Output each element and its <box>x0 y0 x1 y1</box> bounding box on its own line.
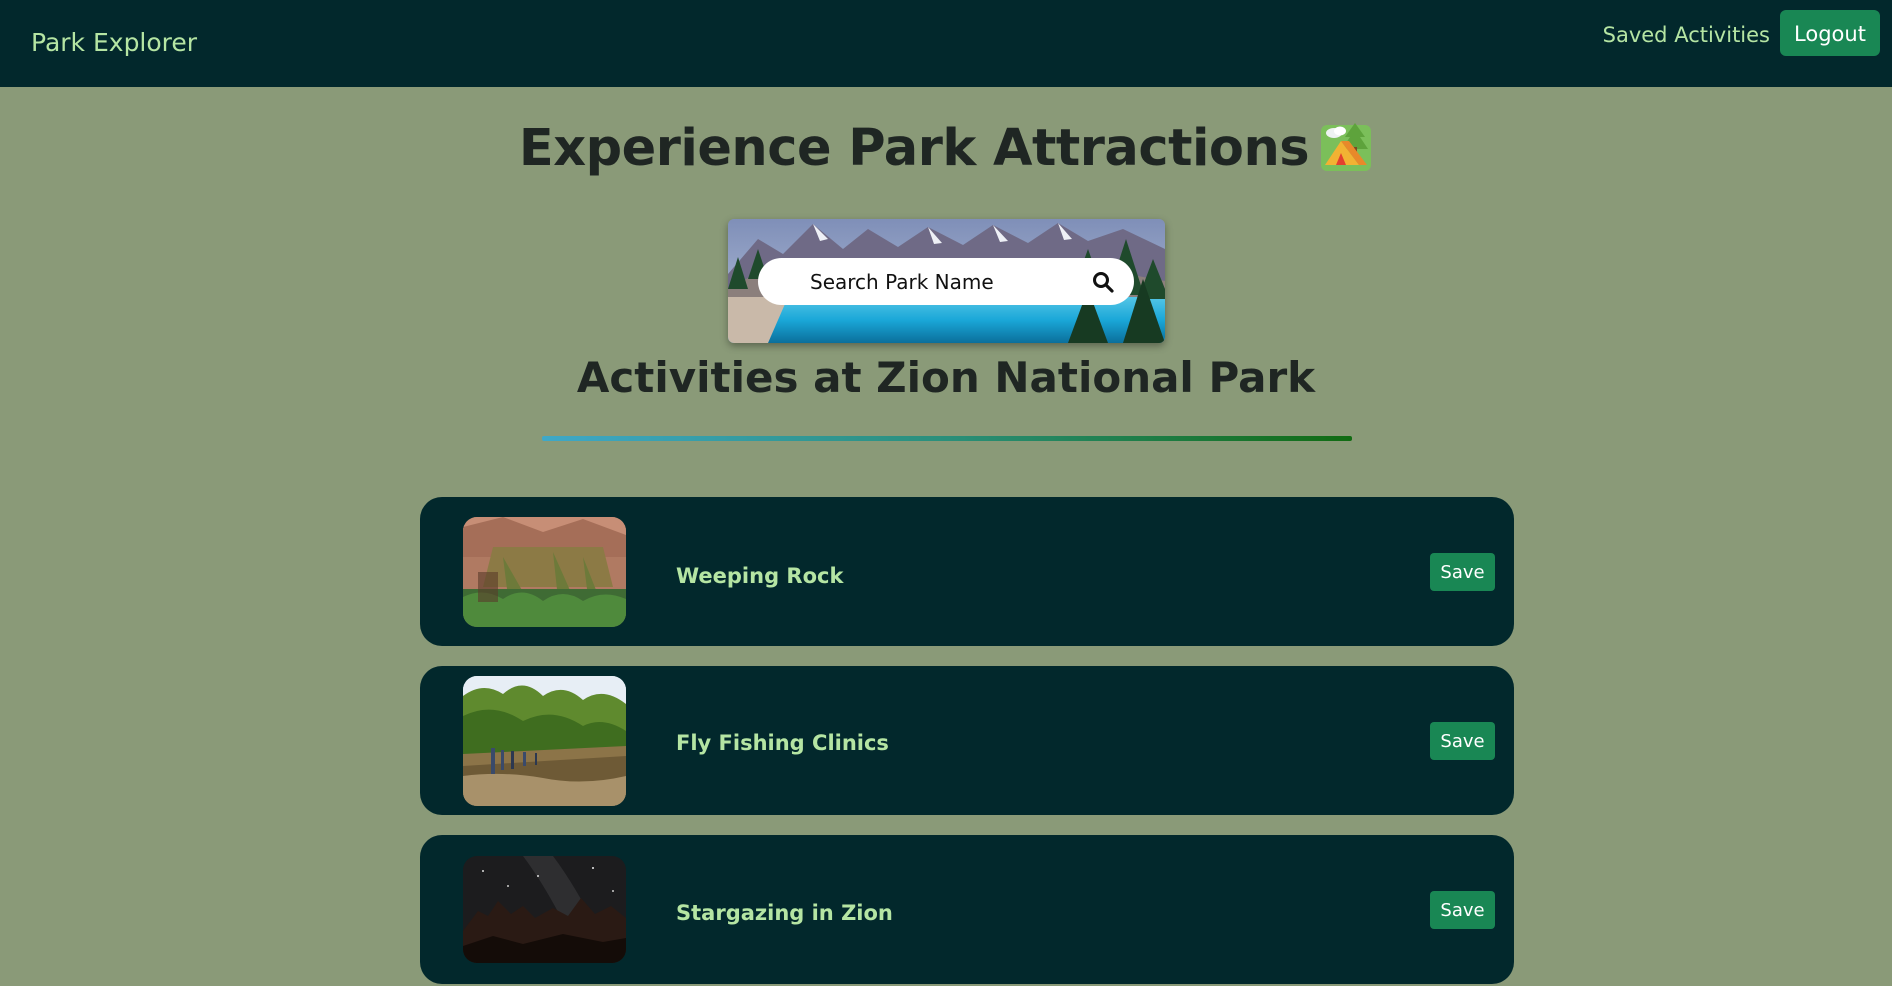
activity-thumbnail-fly-fishing[interactable] <box>463 676 626 806</box>
activity-name[interactable]: Fly Fishing Clinics <box>676 728 889 758</box>
camping-tent-icon <box>1321 123 1372 171</box>
activity-thumbnail-stargazing[interactable] <box>463 856 626 963</box>
search-banner <box>728 219 1165 343</box>
activity-card: Stargazing in Zion Save <box>420 835 1514 984</box>
page-title-text: Experience Park Attractions <box>518 119 1310 178</box>
section-heading: Activities at Zion National Park <box>576 353 1316 402</box>
save-button[interactable]: Save <box>1430 891 1495 929</box>
activity-thumbnail-weeping-rock[interactable] <box>463 517 626 627</box>
search-icon[interactable] <box>1092 271 1114 293</box>
activity-card: Weeping Rock Save <box>420 497 1514 646</box>
heading-divider <box>542 436 1352 441</box>
activity-card: Fly Fishing Clinics Save <box>420 666 1514 815</box>
activity-name[interactable]: Stargazing in Zion <box>676 898 893 928</box>
brand-link[interactable]: Park Explorer <box>31 26 197 60</box>
save-button[interactable]: Save <box>1430 553 1495 591</box>
save-button[interactable]: Save <box>1430 722 1495 760</box>
saved-activities-link[interactable]: Saved Activities <box>1603 20 1770 50</box>
search-input[interactable] <box>808 261 1092 302</box>
activity-name[interactable]: Weeping Rock <box>676 561 843 591</box>
page-title: Experience Park Attractions <box>0 117 1892 181</box>
logout-button[interactable]: Logout <box>1780 10 1880 56</box>
search-box <box>758 258 1134 305</box>
navbar: Park Explorer Saved Activities Logout <box>0 0 1892 87</box>
